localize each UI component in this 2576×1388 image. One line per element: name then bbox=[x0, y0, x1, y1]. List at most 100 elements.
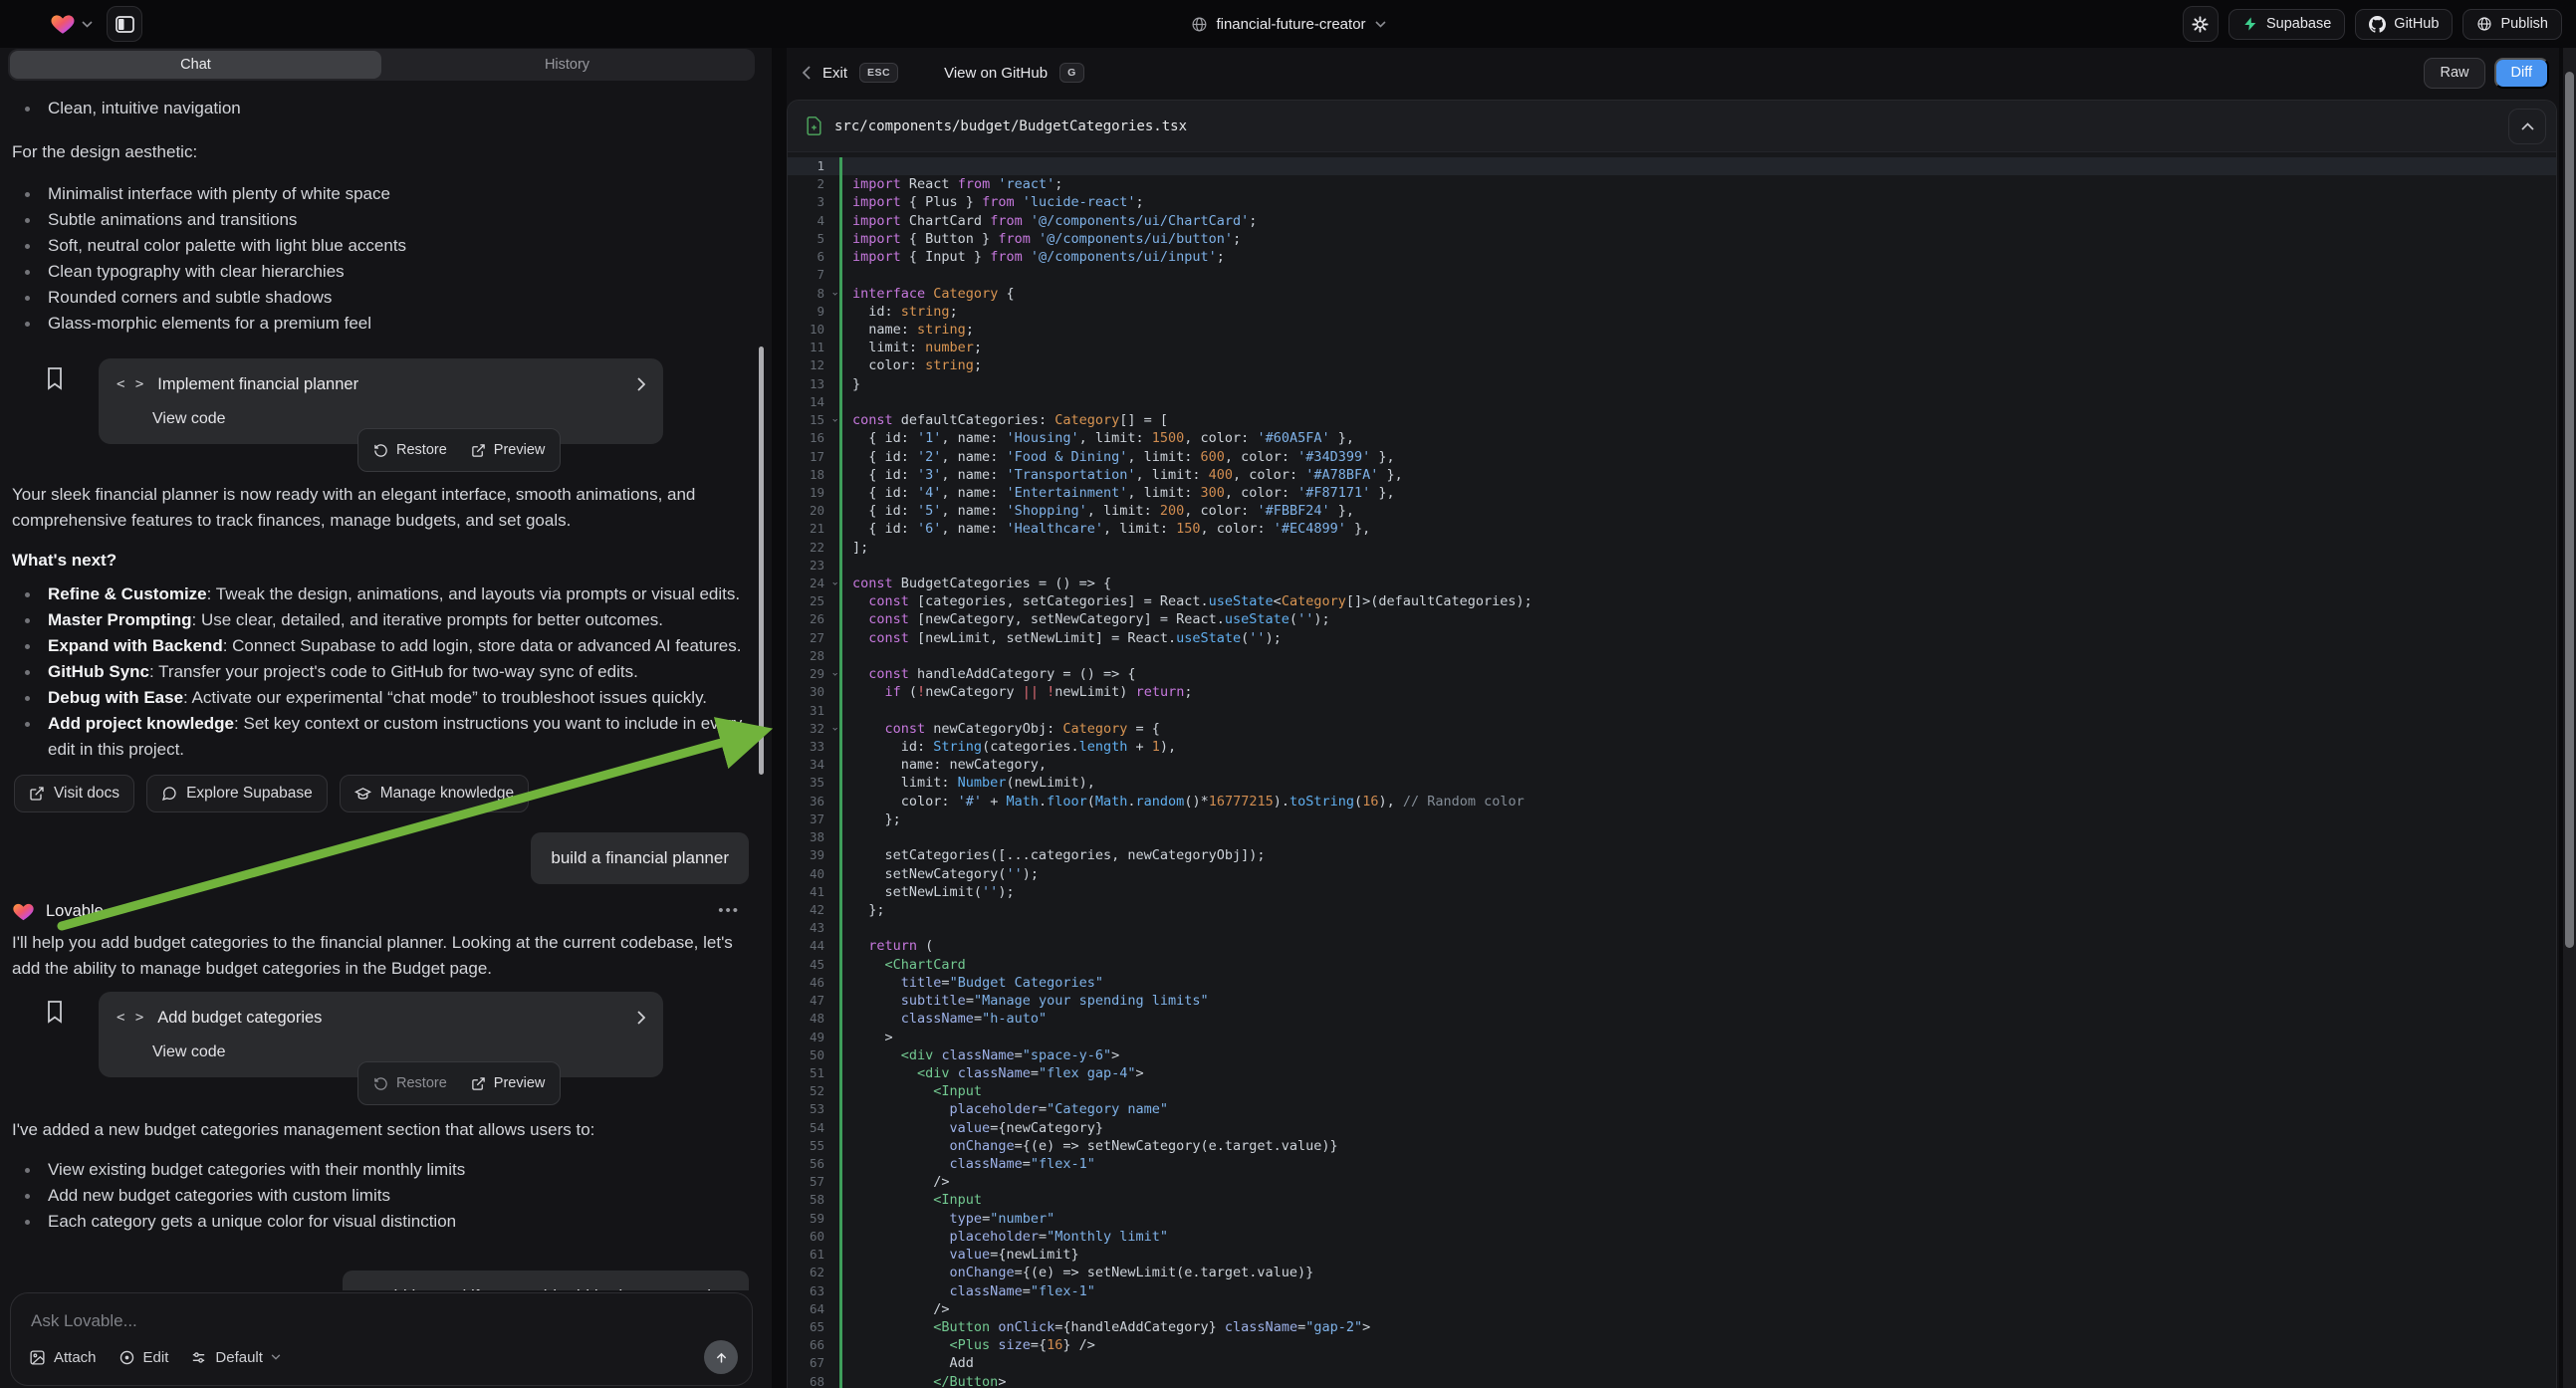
fold-toggle-icon[interactable]: › bbox=[826, 671, 844, 678]
visit-docs-button[interactable]: Visit docs bbox=[14, 775, 134, 812]
assistant-name: Lovable bbox=[46, 898, 104, 924]
code-line: 33 id: String(categories.length + 1), bbox=[788, 738, 2556, 756]
external-link-icon bbox=[471, 1076, 486, 1091]
send-button[interactable] bbox=[704, 1340, 738, 1374]
bullet-item: Add project knowledge: Set key context o… bbox=[12, 711, 752, 763]
fold-toggle-icon[interactable]: › bbox=[826, 726, 844, 733]
code-line: 4import ChartCard from '@/components/ui/… bbox=[788, 212, 2556, 230]
diff-toggle-button[interactable]: Diff bbox=[2494, 58, 2550, 89]
project-switcher[interactable]: financial-future-creator bbox=[1190, 0, 1385, 48]
code-text: <ChartCard bbox=[842, 956, 966, 974]
graduation-cap-icon bbox=[354, 786, 371, 803]
preview-button[interactable]: Preview bbox=[471, 1070, 546, 1096]
bookmark-icon[interactable] bbox=[45, 1000, 65, 1024]
fold-toggle-icon[interactable]: › bbox=[826, 290, 844, 297]
code-line: 40 setNewCategory(''); bbox=[788, 865, 2556, 883]
model-selector[interactable]: Default bbox=[190, 1349, 281, 1366]
code-text: import { Plus } from 'lucide-react'; bbox=[842, 193, 1144, 211]
publish-button[interactable]: Publish bbox=[2462, 9, 2562, 40]
code-line: 9 id: string; bbox=[788, 303, 2556, 321]
exit-button[interactable]: Exit bbox=[822, 65, 847, 82]
bullet-item: Soft, neutral color palette with light b… bbox=[12, 233, 752, 259]
code-text: Add bbox=[842, 1354, 974, 1372]
code-line: 58 <Input bbox=[788, 1191, 2556, 1209]
line-number: 44 bbox=[788, 937, 839, 955]
line-number: 53 bbox=[788, 1100, 839, 1118]
code-text: </Button> bbox=[842, 1373, 1006, 1388]
settings-button[interactable] bbox=[2183, 6, 2219, 42]
line-number: 43 bbox=[788, 919, 839, 937]
tab-chat[interactable]: Chat bbox=[10, 51, 381, 79]
chat-scrollbar-thumb[interactable] bbox=[759, 347, 764, 775]
code-line: 47 subtitle="Manage your spending limits… bbox=[788, 992, 2556, 1010]
code-text: interface Category { bbox=[842, 285, 1015, 303]
line-number: 36 bbox=[788, 793, 839, 810]
restore-button[interactable]: Restore bbox=[373, 437, 447, 463]
line-number: 21 bbox=[788, 520, 839, 538]
code-text: }; bbox=[842, 901, 885, 919]
supabase-button[interactable]: Supabase bbox=[2228, 9, 2345, 40]
code-line: 31 bbox=[788, 702, 2556, 720]
github-icon bbox=[2369, 16, 2386, 33]
code-text: className="h-auto" bbox=[842, 1010, 1047, 1028]
line-number: 63 bbox=[788, 1282, 839, 1300]
attach-button[interactable]: Attach bbox=[29, 1349, 97, 1366]
code-line: 36 color: '#' + Math.floor(Math.random()… bbox=[788, 793, 2556, 810]
tab-history[interactable]: History bbox=[381, 51, 753, 79]
line-number: 26 bbox=[788, 610, 839, 628]
line-number: 40 bbox=[788, 865, 839, 883]
message-menu-button[interactable]: ••• bbox=[718, 898, 740, 924]
fold-toggle-icon[interactable]: › bbox=[826, 580, 844, 587]
collapse-file-button[interactable] bbox=[2508, 109, 2546, 144]
view-on-github-button[interactable]: View on GitHub bbox=[944, 65, 1048, 82]
image-icon bbox=[29, 1349, 46, 1366]
code-line: 3import { Plus } from 'lucide-react'; bbox=[788, 193, 2556, 211]
line-number: 54 bbox=[788, 1119, 839, 1137]
line-number: 25 bbox=[788, 592, 839, 610]
publish-globe-icon bbox=[2476, 16, 2492, 32]
gear-icon bbox=[2191, 15, 2210, 34]
project-name: financial-future-creator bbox=[1216, 16, 1365, 33]
preview-button[interactable]: Preview bbox=[471, 437, 546, 463]
code-line: 54 value={newCategory} bbox=[788, 1119, 2556, 1137]
version-card-row: < > Add budget categories View code Rest… bbox=[12, 992, 752, 1077]
code-text: const newCategoryObj: Category = { bbox=[842, 720, 1160, 738]
version-card-add-budget-categories[interactable]: < > Add budget categories View code Rest… bbox=[99, 992, 663, 1077]
edit-mode-button[interactable]: Edit bbox=[118, 1349, 169, 1366]
user-message-row: build a financial planner bbox=[12, 832, 752, 884]
chat-input[interactable] bbox=[31, 1311, 522, 1331]
code-line: 68 </Button> bbox=[788, 1373, 2556, 1388]
github-button[interactable]: GitHub bbox=[2355, 9, 2453, 40]
file-header[interactable]: src/components/budget/BudgetCategories.t… bbox=[788, 101, 2556, 152]
manage-knowledge-button[interactable]: Manage knowledge bbox=[340, 775, 529, 812]
code-text: placeholder="Category name" bbox=[842, 1100, 1168, 1118]
line-number: 18 bbox=[788, 466, 839, 484]
lovable-logo-menu[interactable] bbox=[50, 11, 93, 37]
chat-input-box[interactable]: Attach Edit Default bbox=[10, 1292, 753, 1386]
code-line: 34 name: newCategory, bbox=[788, 756, 2556, 774]
bullet-item: Expand with Backend: Connect Supabase to… bbox=[12, 633, 752, 659]
line-number: 47 bbox=[788, 992, 839, 1010]
chevron-down-icon bbox=[271, 1354, 281, 1360]
fold-toggle-icon[interactable]: › bbox=[826, 417, 844, 424]
raw-toggle-button[interactable]: Raw bbox=[2424, 58, 2484, 89]
chat-history-tabs: Chat History bbox=[8, 49, 755, 81]
page-scrollbar-thumb[interactable] bbox=[2565, 72, 2574, 948]
version-card-title: Implement financial planner bbox=[157, 371, 358, 397]
code-text: name: newCategory, bbox=[842, 756, 1047, 774]
code-text: setCategories([...categories, newCategor… bbox=[842, 846, 1266, 864]
restore-button[interactable]: Restore bbox=[373, 1070, 447, 1096]
toggle-sidebar-button[interactable] bbox=[107, 6, 142, 42]
line-number: 46 bbox=[788, 974, 839, 992]
bookmark-icon[interactable] bbox=[45, 366, 65, 390]
code-line: 18 { id: '3', name: 'Transportation', li… bbox=[788, 466, 2556, 484]
line-number: 60 bbox=[788, 1228, 839, 1246]
code-text: subtitle="Manage your spending limits" bbox=[842, 992, 1209, 1010]
chevron-down-icon bbox=[1375, 21, 1386, 28]
page-scrollbar-track[interactable] bbox=[2563, 48, 2576, 1388]
version-card-implement-financial-planner[interactable]: < > Implement financial planner View cod… bbox=[99, 358, 663, 444]
code-text: { id: '5', name: 'Shopping', limit: 200,… bbox=[842, 502, 1354, 520]
code-text: return ( bbox=[842, 937, 933, 955]
code-editor[interactable]: 12import React from 'react';3import { Pl… bbox=[788, 153, 2556, 1388]
explore-supabase-button[interactable]: Explore Supabase bbox=[146, 775, 328, 812]
